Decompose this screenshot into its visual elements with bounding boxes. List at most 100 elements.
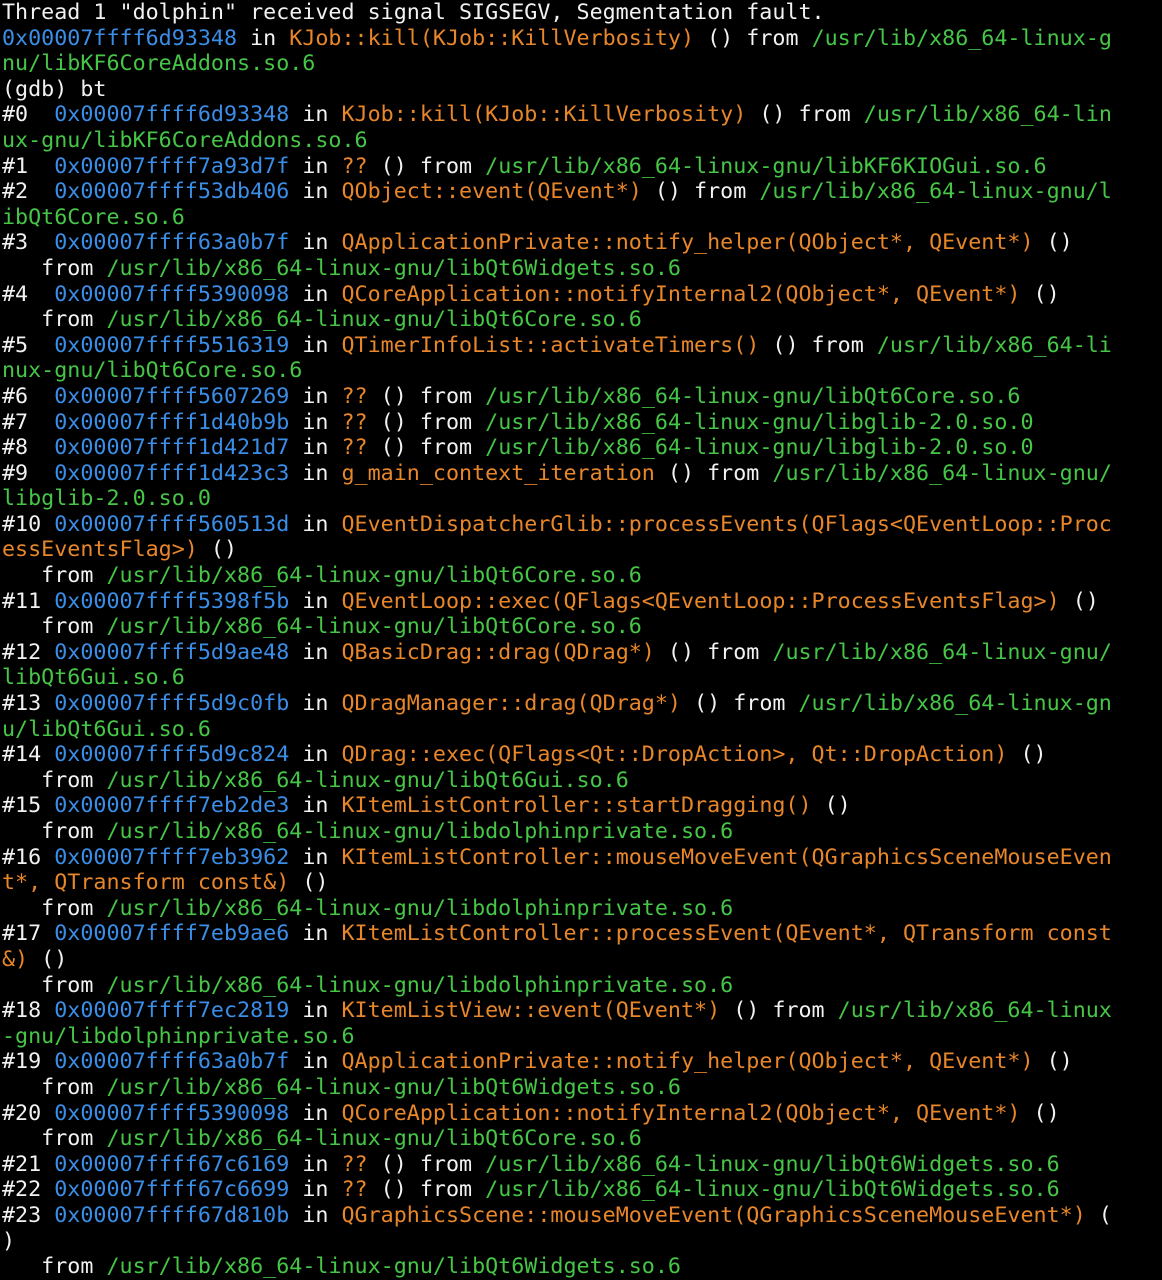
terminal-line: essEventsFlag>) () <box>2 537 1162 563</box>
library-path: /usr/lib/x86_64-linux-gnu/libglib-2.0.so… <box>485 435 1034 461</box>
terminal-text: () from <box>720 998 838 1024</box>
function-name: QDrag::exec(QFlags<Qt::DropAction>, Qt::… <box>341 742 1008 768</box>
function-name: KItemListController::mouseMoveEvent(QGra… <box>341 844 1112 870</box>
terminal-line: from /usr/lib/x86_64-linux-gnu/libQt6Wid… <box>2 1075 1162 1101</box>
library-path: /usr/lib/x86_64-linux-gnu/ <box>772 639 1112 665</box>
function-name: ?? <box>341 435 368 461</box>
terminal-text: () from <box>367 1177 486 1203</box>
function-name: QDragManager::drag(QDrag*) <box>341 691 681 717</box>
terminal-text: (gdb) bt <box>2 76 107 102</box>
terminal-text: ( <box>1085 1202 1112 1228</box>
frame-address: 0x00007ffff67c6169 <box>54 1151 290 1177</box>
terminal-line: #12 0x00007ffff5d9ae48 in QBasicDrag::dr… <box>2 640 1162 666</box>
terminal-line: #11 0x00007ffff5398f5b in QEventLoop::ex… <box>2 589 1162 615</box>
function-name: QEventLoop::exec(QFlags<QEventLoop::Proc… <box>341 588 1060 614</box>
terminal-text: #1 <box>2 153 55 179</box>
terminal-line: #4 0x00007ffff5390098 in QCoreApplicatio… <box>2 282 1162 308</box>
terminal-text: Thread 1 "dolphin" received signal SIGSE… <box>2 0 825 25</box>
library-path: /usr/lib/x86_64-linux-gnu/libQt6Core.so.… <box>106 614 642 640</box>
terminal-text: in <box>289 921 342 947</box>
terminal-text: in <box>289 102 342 128</box>
frame-address: 0x00007ffff5d9c0fb <box>54 691 290 717</box>
terminal-line: #13 0x00007ffff5d9c0fb in QDragManager::… <box>2 691 1162 717</box>
terminal-text: from <box>2 767 107 793</box>
function-name: essEventsFlag>) <box>2 537 198 563</box>
terminal-line: &) () <box>2 947 1162 973</box>
terminal-line: #16 0x00007ffff7eb3962 in KItemListContr… <box>2 845 1162 871</box>
terminal-text: in <box>289 409 342 435</box>
terminal-text: in <box>289 639 342 665</box>
library-path: /usr/lib/x86_64-linux-gnu/libQt6Widgets.… <box>106 255 681 281</box>
terminal-line: 0x00007ffff6d93348 in KJob::kill(KJob::K… <box>2 26 1162 52</box>
terminal-text: in <box>289 793 342 819</box>
terminal-text: from <box>2 614 107 640</box>
terminal-text: in <box>289 511 342 537</box>
terminal-text: () from <box>641 179 760 205</box>
terminal-text: #15 <box>2 793 55 819</box>
terminal-text: in <box>289 691 342 717</box>
terminal-line: from /usr/lib/x86_64-linux-gnu/libdolphi… <box>2 896 1162 922</box>
terminal-text: () <box>28 946 68 972</box>
library-path: /usr/lib/x86_64-linux-gnu/libQt6Core.so.… <box>106 307 642 333</box>
function-name: QApplicationPrivate::notify_helper(QObje… <box>341 1049 1034 1075</box>
library-path: /usr/lib/x86_64-linux-gnu/libQt6Gui.so.6 <box>106 767 629 793</box>
function-name: QApplicationPrivate::notify_helper(QObje… <box>341 230 1034 256</box>
terminal-line: #8 0x00007ffff1d421d7 in ?? () from /usr… <box>2 435 1162 461</box>
library-path: /usr/lib/x86_64-linux-gnu/libQt6Widgets.… <box>106 1254 681 1280</box>
terminal-text: #20 <box>2 1100 55 1126</box>
terminal-text: () <box>197 537 238 563</box>
terminal-text: in <box>289 435 342 461</box>
terminal-text: #6 <box>2 383 55 409</box>
library-path: -gnu/libdolphinprivate.so.6 <box>2 1023 355 1049</box>
function-name: ?? <box>341 1151 368 1177</box>
function-name: QGraphicsScene::mouseMoveEvent(QGraphics… <box>341 1202 1086 1228</box>
terminal-line: libglib-2.0.so.0 <box>2 486 1162 512</box>
frame-address: 0x00007ffff67d810b <box>54 1202 290 1228</box>
terminal-text: #5 <box>2 332 55 358</box>
terminal-line: #14 0x00007ffff5d9c824 in QDrag::exec(QF… <box>2 742 1162 768</box>
terminal-text: in <box>289 281 342 307</box>
terminal-text: #13 <box>2 691 55 717</box>
library-path: /usr/lib/x86_64-linux-gnu/libdolphinpriv… <box>106 895 734 921</box>
terminal-text: () from <box>367 435 486 461</box>
terminal-output[interactable]: Thread 1 "dolphin" received signal SIGSE… <box>0 0 1162 1280</box>
function-name: ?? <box>341 1177 368 1203</box>
terminal-text: #17 <box>2 921 55 947</box>
terminal-text: from <box>2 895 107 921</box>
frame-address: 0x00007ffff7eb2de3 <box>54 793 290 819</box>
terminal-text: in <box>289 1177 342 1203</box>
function-name: KItemListController::processEvent(QEvent… <box>341 921 1112 947</box>
function-name: KItemListController::startDragging() <box>341 793 812 819</box>
terminal-text: () <box>1059 588 1099 614</box>
terminal-text: from <box>2 819 107 844</box>
terminal-line: from /usr/lib/x86_64-linux-gnu/libQt6Gui… <box>2 768 1162 794</box>
terminal-text: from <box>2 307 107 333</box>
terminal-text: #8 <box>2 435 55 461</box>
function-name: QCoreApplication::notifyInternal2(QObjec… <box>341 1100 1021 1126</box>
function-name: QObject::event(QEvent*) <box>341 179 642 205</box>
terminal-text: #7 <box>2 409 55 435</box>
terminal-line: from /usr/lib/x86_64-linux-gnu/libQt6Wid… <box>2 1254 1162 1280</box>
terminal-text: #23 <box>2 1202 55 1228</box>
terminal-text: in <box>237 25 290 51</box>
terminal-text: from <box>2 1074 107 1100</box>
terminal-line: #22 0x00007ffff67c6699 in ?? () from /us… <box>2 1177 1162 1203</box>
terminal-line: t*, QTransform const&) () <box>2 870 1162 896</box>
function-name: QCoreApplication::notifyInternal2(QObjec… <box>341 281 1021 307</box>
library-path: /usr/lib/x86_64-linux-gnu/libQt6Widgets.… <box>485 1151 1060 1177</box>
library-path: /usr/lib/x86_64-linux-gnu/libglib-2.0.so… <box>485 409 1034 435</box>
library-path: /usr/lib/x86_64-linux-g <box>811 25 1112 51</box>
terminal-line: from /usr/lib/x86_64-linux-gnu/libQt6Cor… <box>2 307 1162 333</box>
terminal-text: #10 <box>2 511 55 537</box>
terminal-text: () from <box>694 25 812 51</box>
terminal-text: () from <box>654 639 773 665</box>
function-name: QBasicDrag::drag(QDrag*) <box>341 639 655 665</box>
library-path: /usr/lib/x86_64-linux-gnu/libQt6Widgets.… <box>485 1177 1060 1203</box>
library-path: /usr/lib/x86_64-linux-gnu/libKF6KIOGui.s… <box>485 153 1047 179</box>
terminal-line: #21 0x00007ffff67c6169 in ?? () from /us… <box>2 1152 1162 1178</box>
function-name: &) <box>2 946 29 972</box>
frame-address: 0x00007ffff7eb9ae6 <box>54 921 290 947</box>
function-name: ?? <box>341 409 368 435</box>
library-path: /usr/lib/x86_64-linux-gnu/libdolphinpriv… <box>106 819 734 844</box>
library-path: nux-gnu/libQt6Core.so.6 <box>2 358 303 384</box>
